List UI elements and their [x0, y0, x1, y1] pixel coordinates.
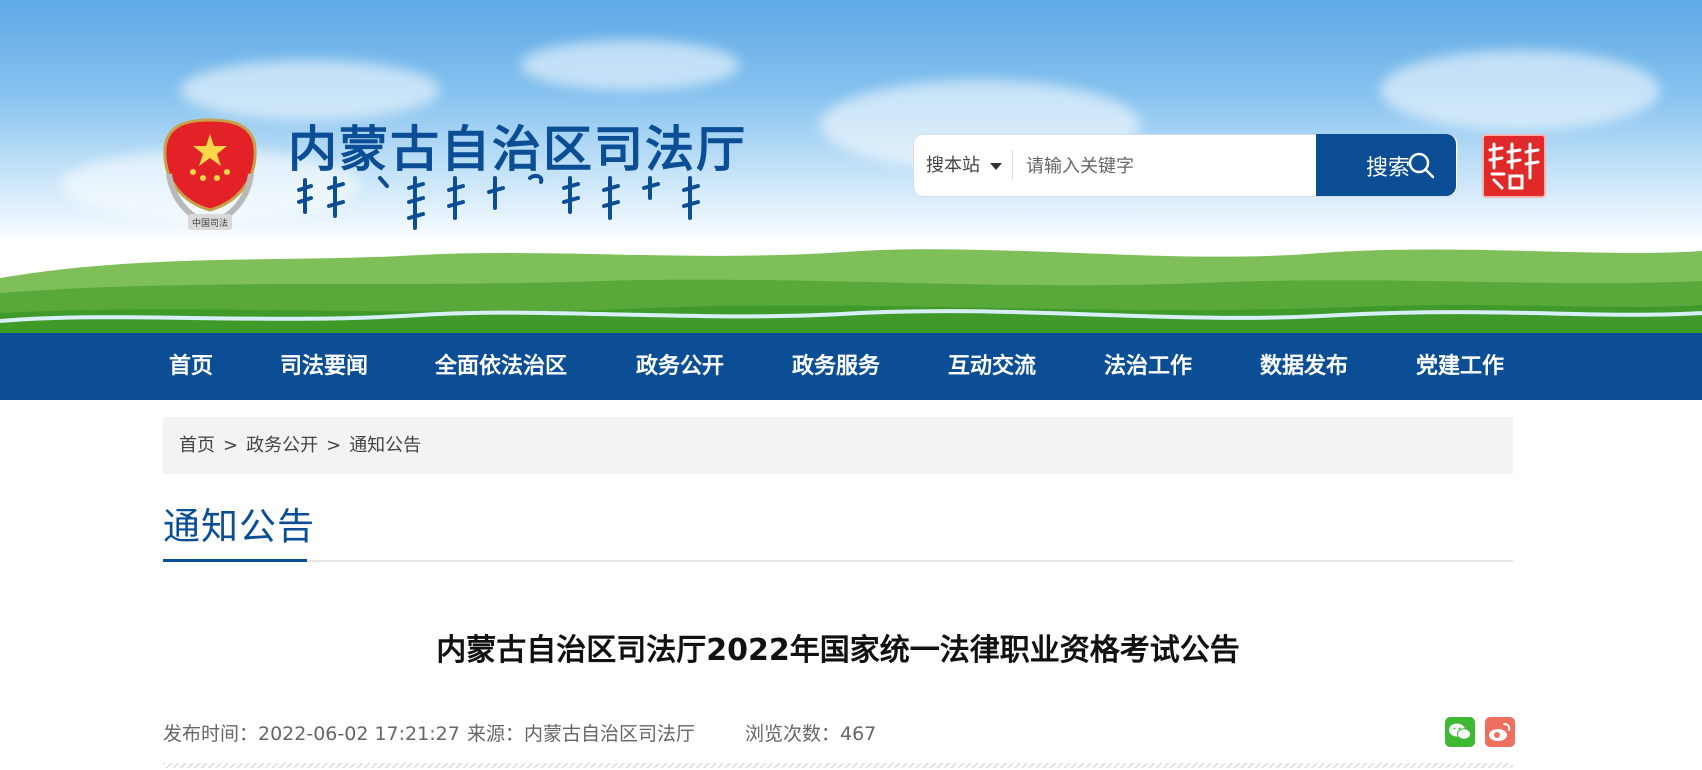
- search-input[interactable]: [1024, 143, 1318, 189]
- main-navigation: 首页 司法要闻 全面依法治区 政务公开 政务服务 互动交流 法治工作 数据发布 …: [0, 333, 1702, 400]
- breadcrumb-home-link[interactable]: 首页: [179, 435, 215, 456]
- section-title: 通知公告: [163, 505, 315, 548]
- breadcrumb-government-affairs-link[interactable]: 政务公开: [246, 435, 318, 456]
- nav-item-interaction[interactable]: 互动交流: [948, 333, 1036, 400]
- search-button[interactable]: 搜索: [1316, 134, 1456, 196]
- search-scope-label: 搜本站: [926, 155, 980, 176]
- nav-item-home[interactable]: 首页: [169, 333, 213, 400]
- grassland-illustration: [0, 249, 1702, 333]
- cloud-decoration: [1380, 50, 1660, 130]
- emblem-text: 中国司法: [192, 217, 228, 229]
- nav-item-government-affairs[interactable]: 政务公开: [636, 333, 724, 400]
- court-emblem-logo: 中国司法: [163, 118, 257, 230]
- article-source: 来源：内蒙古自治区司法厅: [467, 723, 696, 745]
- wechat-icon[interactable]: [1445, 717, 1475, 747]
- weibo-icon[interactable]: [1485, 717, 1515, 747]
- nav-item-judicial-news[interactable]: 司法要闻: [280, 333, 368, 400]
- header-banner: 中国司法 内蒙古自治区司法厅 搜本站 搜索: [0, 0, 1702, 333]
- breadcrumb: 首页 > 政务公开 > 通知公告: [163, 417, 1513, 474]
- meta-divider: [163, 763, 1513, 768]
- nav-item-data-release[interactable]: 数据发布: [1260, 333, 1348, 400]
- caret-down-icon: [990, 162, 1002, 170]
- breadcrumb-current[interactable]: 通知公告: [349, 435, 421, 456]
- breadcrumb-separator: >: [223, 435, 239, 456]
- site-title: 内蒙古自治区司法厅: [288, 121, 748, 178]
- section-divider: [163, 560, 1513, 562]
- view-count: 浏览次数：467: [745, 723, 877, 745]
- article-title: 内蒙古自治区司法厅2022年国家统一法律职业资格考试公告: [436, 633, 1240, 668]
- nav-item-legal-work[interactable]: 法治工作: [1104, 333, 1192, 400]
- nav-item-party-building[interactable]: 党建工作: [1416, 333, 1504, 400]
- search-button-label: 搜索: [1366, 156, 1411, 181]
- mongolian-script-graphic: [297, 173, 700, 230]
- search-icon: [1408, 152, 1435, 179]
- nav-item-government-services[interactable]: 政务服务: [792, 333, 880, 400]
- cloud-decoration: [520, 40, 740, 90]
- nav-item-rule-of-law[interactable]: 全面依法治区: [435, 333, 567, 400]
- section-title-underline: [163, 559, 307, 562]
- mongolian-language-seal-icon[interactable]: [1482, 134, 1546, 198]
- divider: [1012, 150, 1013, 180]
- breadcrumb-separator: >: [326, 435, 342, 456]
- search-scope-select[interactable]: 搜本站: [926, 135, 1002, 196]
- publish-time: 发布时间：2022-06-02 17:21:27: [163, 723, 460, 745]
